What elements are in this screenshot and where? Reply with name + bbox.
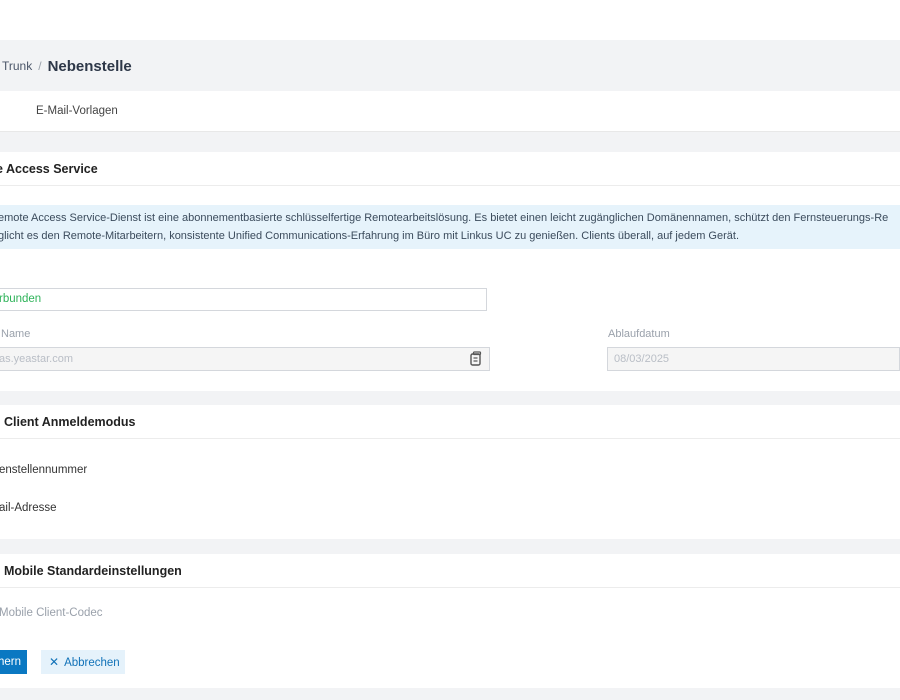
login-mode-header: Client Anmeldemodus [0, 405, 900, 439]
login-mode-title: Client Anmeldemodus [4, 414, 136, 429]
login-mode-option-extension[interactable]: enstellennummer [0, 464, 87, 476]
page-title: Nebenstelle [47, 57, 132, 75]
action-bar [0, 632, 900, 688]
remote-access-header: e Access Service [0, 152, 900, 186]
login-mode-option-email[interactable]: ail-Adresse [0, 502, 57, 514]
domain-name-label: Name [1, 328, 31, 340]
domain-name-value: as.yeastar.com [0, 353, 73, 365]
breadcrumb-trunk-link[interactable]: Trunk [2, 59, 32, 73]
mobile-defaults-title: Mobile Standardeinstellungen [4, 563, 182, 578]
tab-email-templates[interactable]: E-Mail-Vorlagen [36, 105, 118, 117]
breadcrumb-separator: / [38, 59, 42, 73]
mobile-codec-label[interactable]: Mobile Client-Codec [0, 607, 103, 619]
domain-name-field: as.yeastar.com [0, 347, 490, 371]
top-bar [0, 0, 900, 40]
connection-status-field: rbunden [0, 288, 487, 311]
copy-icon[interactable] [469, 351, 483, 367]
cancel-button[interactable]: ✕ Abbrechen [41, 650, 125, 674]
login-mode-card: Client Anmeldemodus enstellennummer ail-… [0, 405, 900, 539]
close-icon: ✕ [49, 655, 60, 669]
expiry-date-label: Ablaufdatum [608, 328, 670, 340]
save-button[interactable]: hern [0, 650, 27, 674]
breadcrumb: Trunk / Nebenstelle [0, 41, 900, 91]
mobile-defaults-header: Mobile Standardeinstellungen [0, 554, 900, 588]
info-line-1: emote Access Service-Dienst ist eine abo… [0, 212, 889, 224]
sub-navigation: E-Mail-Vorlagen [0, 91, 900, 132]
cancel-button-label: Abbrechen [64, 657, 120, 669]
info-line-2: glicht es den Remote-Mitarbeitern, konsi… [0, 230, 740, 242]
mobile-defaults-card: Mobile Standardeinstellungen Mobile Clie… [0, 554, 900, 632]
remote-access-info-box: emote Access Service-Dienst ist eine abo… [0, 205, 900, 249]
expiry-date-value: 08/03/2025 [614, 353, 670, 365]
expiry-date-field: 08/03/2025 [607, 347, 900, 371]
remote-access-title: e Access Service [0, 161, 98, 176]
